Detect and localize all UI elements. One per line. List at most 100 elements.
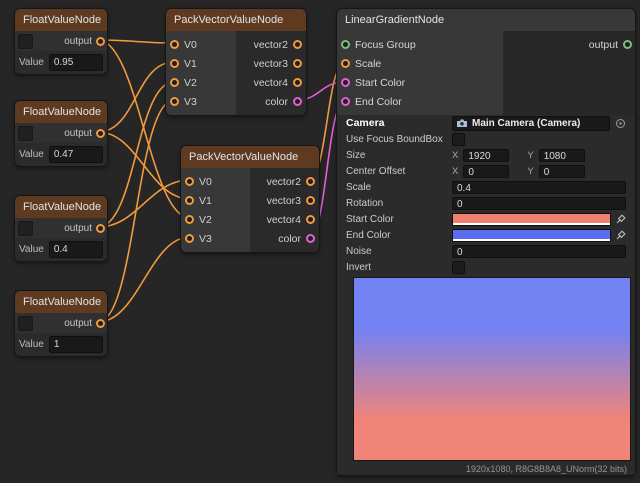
camera-object-field[interactable]: Main Camera (Camera) bbox=[452, 116, 610, 131]
start-color-label: Start Color bbox=[346, 214, 452, 225]
output-port[interactable] bbox=[293, 40, 302, 49]
use-focus-checkbox[interactable] bbox=[452, 133, 465, 146]
output-port[interactable] bbox=[293, 59, 302, 68]
noise-row: Noise 0 bbox=[337, 243, 635, 259]
node-title[interactable]: FloatValueNode bbox=[15, 9, 107, 31]
node-title[interactable]: FloatValueNode bbox=[15, 196, 107, 218]
collapse-box[interactable] bbox=[18, 34, 33, 49]
float-value-node-1[interactable]: FloatValueNode output Value 0.95 bbox=[14, 8, 108, 75]
output-port[interactable] bbox=[96, 37, 105, 46]
end-color-swatch[interactable] bbox=[452, 229, 611, 242]
input-port[interactable] bbox=[185, 177, 194, 186]
value-field[interactable]: 0.4 bbox=[49, 241, 103, 258]
float-value-node-3[interactable]: FloatValueNode output Value 0.4 bbox=[14, 195, 108, 262]
node-title[interactable]: PackVectorValueNode bbox=[181, 146, 319, 168]
port-label: vector3 bbox=[267, 195, 301, 207]
collapse-box[interactable] bbox=[18, 221, 33, 236]
invert-checkbox[interactable] bbox=[452, 261, 465, 274]
output-port[interactable] bbox=[293, 97, 302, 106]
input-port[interactable] bbox=[170, 97, 179, 106]
input-port[interactable] bbox=[185, 196, 194, 205]
size-x-field[interactable]: 1920 bbox=[463, 149, 509, 162]
end-color-eyedropper-button[interactable] bbox=[616, 230, 626, 240]
value-label: Value bbox=[19, 339, 44, 350]
output-row: output bbox=[15, 218, 107, 238]
noise-field[interactable]: 0 bbox=[452, 245, 626, 258]
collapse-box[interactable] bbox=[18, 316, 33, 331]
x-axis-label: X bbox=[452, 166, 458, 177]
output-row: color bbox=[250, 229, 319, 248]
input-row: V3 bbox=[166, 92, 236, 111]
center-offset-label: Center Offset bbox=[346, 166, 452, 177]
scale-label: Scale bbox=[346, 182, 452, 193]
port-label: V3 bbox=[199, 233, 212, 245]
input-port[interactable] bbox=[170, 40, 179, 49]
center-x-field[interactable]: 0 bbox=[463, 165, 509, 178]
input-port[interactable] bbox=[185, 234, 194, 243]
input-row: Start Color bbox=[337, 73, 503, 92]
value-field[interactable]: 0.95 bbox=[49, 54, 103, 71]
pack-vector-node-1[interactable]: PackVectorValueNode V0 V1 V2 V3 vector2 … bbox=[165, 8, 307, 116]
input-port[interactable] bbox=[170, 78, 179, 87]
rotation-field[interactable]: 0 bbox=[452, 197, 626, 210]
size-label: Size bbox=[346, 150, 452, 161]
start-color-port[interactable] bbox=[341, 78, 350, 87]
object-picker-button[interactable] bbox=[615, 118, 626, 129]
node-title[interactable]: FloatValueNode bbox=[15, 101, 107, 123]
camera-icon bbox=[456, 118, 468, 128]
output-port[interactable] bbox=[306, 215, 315, 224]
value-field[interactable]: 1 bbox=[49, 336, 103, 353]
output-port[interactable] bbox=[306, 234, 315, 243]
size-row: Size X 1920 Y 1080 bbox=[337, 147, 635, 163]
output-port[interactable] bbox=[96, 319, 105, 328]
node-title[interactable]: FloatValueNode bbox=[15, 291, 107, 313]
output-port-label: output bbox=[64, 36, 96, 47]
output-row: vector2 bbox=[236, 35, 306, 54]
output-port[interactable] bbox=[96, 224, 105, 233]
port-label: V2 bbox=[184, 77, 197, 89]
port-label: color bbox=[278, 233, 301, 245]
float-value-node-4[interactable]: FloatValueNode output Value 1 bbox=[14, 290, 108, 357]
connection-edge[interactable] bbox=[98, 40, 174, 43]
preview-caption: 1920x1080, R8G8B8A8_UNorm(32 bits) bbox=[337, 461, 635, 474]
input-container: Focus Group Scale Start Color End Color bbox=[337, 31, 503, 115]
port-label: vector4 bbox=[267, 214, 301, 226]
float-value-node-2[interactable]: FloatValueNode output Value 0.47 bbox=[14, 100, 108, 167]
input-port[interactable] bbox=[185, 215, 194, 224]
node-graph-canvas[interactable]: FloatValueNode output Value 0.95 FloatVa… bbox=[0, 0, 640, 483]
camera-object-name: Main Camera (Camera) bbox=[472, 118, 580, 129]
collapse-box[interactable] bbox=[18, 126, 33, 141]
center-y-field[interactable]: 0 bbox=[539, 165, 585, 178]
linear-gradient-node[interactable]: LinearGradientNode Focus Group Scale Sta… bbox=[336, 8, 636, 476]
node-title[interactable]: PackVectorValueNode bbox=[166, 9, 306, 31]
gradient-preview-image bbox=[353, 277, 631, 461]
pack-vector-node-2[interactable]: PackVectorValueNode V0 V1 V2 V3 vector2 … bbox=[180, 145, 320, 253]
node-body: V0 V1 V2 V3 vector2 vector3 vector4 colo… bbox=[166, 31, 306, 115]
scale-port[interactable] bbox=[341, 59, 350, 68]
start-color-swatch[interactable] bbox=[452, 213, 611, 226]
scale-field[interactable]: 0.4 bbox=[452, 181, 626, 194]
node-title[interactable]: LinearGradientNode bbox=[337, 9, 635, 31]
size-y-field[interactable]: 1080 bbox=[539, 149, 585, 162]
output-row: color bbox=[236, 92, 306, 111]
connection-edge[interactable] bbox=[98, 62, 174, 132]
output-port[interactable] bbox=[623, 40, 632, 49]
invert-label: Invert bbox=[346, 262, 452, 273]
output-port[interactable] bbox=[96, 129, 105, 138]
start-color-eyedropper-button[interactable] bbox=[616, 214, 626, 224]
port-label: V0 bbox=[199, 176, 212, 188]
center-offset-row: Center Offset X 0 Y 0 bbox=[337, 163, 635, 179]
port-label: V3 bbox=[184, 96, 197, 108]
focus-group-port[interactable] bbox=[341, 40, 350, 49]
output-row: vector3 bbox=[250, 191, 319, 210]
output-port[interactable] bbox=[306, 177, 315, 186]
output-port[interactable] bbox=[293, 78, 302, 87]
camera-label: Camera bbox=[346, 117, 452, 129]
output-port[interactable] bbox=[306, 196, 315, 205]
value-field[interactable]: 0.47 bbox=[49, 146, 103, 163]
value-row: Value 0.4 bbox=[15, 238, 107, 261]
end-color-port[interactable] bbox=[341, 97, 350, 106]
port-label: Start Color bbox=[355, 77, 405, 89]
input-port[interactable] bbox=[170, 59, 179, 68]
object-picker-icon bbox=[615, 118, 626, 129]
